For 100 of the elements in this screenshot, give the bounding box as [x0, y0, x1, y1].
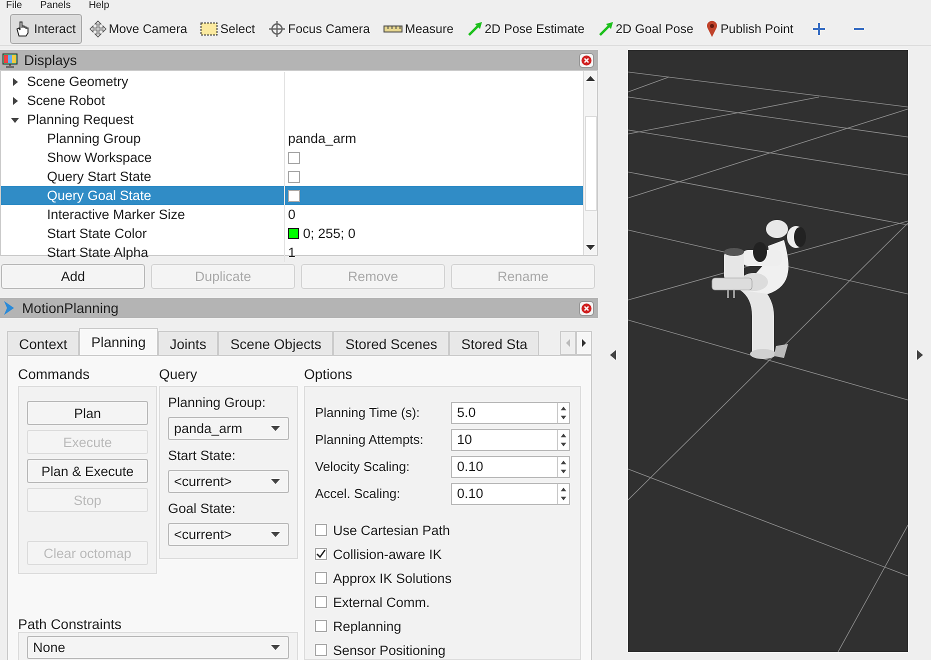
- menu-item[interactable]: Panels: [40, 0, 71, 12]
- dropdown-arrow-icon: [271, 645, 280, 650]
- collapse-right-icon[interactable]: [916, 350, 922, 360]
- checkbox[interactable]: [315, 572, 327, 584]
- checkbox-label: Approx IK Solutions: [333, 570, 452, 586]
- property-value: 1: [288, 245, 296, 260]
- ruler-icon: [382, 24, 403, 34]
- dropdown[interactable]: <current>: [168, 470, 289, 493]
- panel-title: MotionPlanning: [22, 300, 120, 316]
- toolbar-button[interactable]: Interact: [10, 14, 82, 44]
- dropdown[interactable]: None: [27, 636, 289, 659]
- tab[interactable]: Stored Sta: [449, 331, 540, 355]
- tree-row[interactable]: Planning Group panda_arm: [1, 129, 583, 148]
- checkbox[interactable]: [315, 596, 327, 608]
- toolbar-button[interactable]: 2D Goal Pose: [594, 14, 700, 44]
- menu-item[interactable]: Help: [88, 0, 110, 12]
- collapse-left-icon[interactable]: [610, 350, 616, 360]
- dropdown-arrow-icon: [271, 479, 280, 484]
- add-icon[interactable]: [812, 22, 826, 36]
- tree-row[interactable]: Scene Robot: [1, 91, 583, 110]
- group-title: Query: [159, 366, 198, 384]
- checkbox[interactable]: [288, 152, 300, 164]
- tree-row[interactable]: Start State Color 0; 255; 0: [1, 224, 583, 243]
- checkbox-label: External Comm.: [333, 594, 430, 610]
- expanded-arrow-icon[interactable]: [11, 116, 19, 124]
- arrow-icon: [598, 20, 614, 36]
- toolbar-button[interactable]: Measure: [378, 14, 460, 44]
- checkbox[interactable]: [315, 548, 327, 560]
- group-title: Path Constraints: [18, 616, 122, 632]
- tab[interactable]: Planning: [79, 328, 158, 355]
- close-icon[interactable]: [579, 52, 594, 68]
- field-label: Accel. Scaling:: [315, 486, 402, 501]
- command-button[interactable]: Plan: [27, 401, 148, 425]
- scroll-up-icon[interactable]: [586, 75, 595, 81]
- toolbar-button[interactable]: Focus Camera: [264, 14, 376, 44]
- collapsed-arrow-icon[interactable]: [11, 96, 19, 104]
- spin-arrows-icon[interactable]: [557, 484, 569, 504]
- dropdown[interactable]: panda_arm: [168, 417, 289, 440]
- spin-arrows-icon[interactable]: [557, 430, 569, 450]
- toolbar-button[interactable]: Publish Point: [702, 14, 800, 44]
- command-button[interactable]: Plan & Execute: [27, 459, 148, 483]
- field-label: Start State:: [168, 448, 237, 465]
- tab[interactable]: Joints: [158, 331, 218, 355]
- tree-row[interactable]: Show Workspace: [1, 148, 583, 167]
- checkbox[interactable]: [288, 190, 300, 202]
- tree-row[interactable]: Interactive Marker Size 0: [1, 205, 583, 224]
- collapsed-arrow-icon[interactable]: [11, 78, 19, 86]
- field-label: Goal State:: [168, 501, 237, 518]
- checkbox[interactable]: [315, 644, 327, 656]
- property-name: Query Goal State: [47, 188, 152, 203]
- spin-box[interactable]: 10: [451, 428, 570, 450]
- tree-row[interactable]: Query Goal State: [1, 186, 583, 205]
- selection-rectangle-icon: [200, 20, 218, 36]
- dropdown-arrow-icon: [271, 532, 280, 537]
- checkbox[interactable]: [315, 620, 327, 632]
- tree-row[interactable]: Start State Alpha 1: [1, 243, 583, 262]
- close-icon[interactable]: [579, 300, 594, 316]
- crosshair-icon: [268, 20, 286, 38]
- tab[interactable]: Stored Scenes: [333, 331, 450, 355]
- checkbox-label: Sensor Positioning: [333, 642, 446, 658]
- property-name: Query Start State: [47, 169, 152, 184]
- property-name: Start State Alpha: [47, 245, 148, 260]
- spin-arrows-icon[interactable]: [557, 456, 569, 476]
- property-name: Scene Geometry: [27, 74, 128, 89]
- panel-title: Displays: [24, 52, 78, 68]
- spin-box[interactable]: 5.0: [451, 402, 570, 424]
- spin-box[interactable]: 0.10: [451, 456, 570, 478]
- map-pin-icon: [706, 20, 718, 38]
- toolbar-button[interactable]: 2D Pose Estimate: [462, 14, 591, 44]
- spin-arrows-icon[interactable]: [557, 402, 569, 422]
- checkbox-label: Collision-aware IK: [333, 546, 442, 562]
- menu-item[interactable]: File: [6, 0, 22, 12]
- dropdown[interactable]: <current>: [168, 523, 289, 546]
- panel-button[interactable]: Add: [1, 264, 145, 289]
- tree-row[interactable]: Planning Request: [1, 110, 583, 129]
- tree-row[interactable]: Scene Geometry: [1, 72, 583, 91]
- property-name: Planning Group: [47, 131, 141, 146]
- tab[interactable]: Scene Objects: [218, 331, 334, 355]
- checkbox[interactable]: [288, 170, 300, 182]
- chevron-icon: [2, 300, 16, 316]
- group-title: Commands: [18, 366, 91, 384]
- tab[interactable]: Context: [7, 331, 80, 355]
- scroll-down-icon[interactable]: [586, 245, 595, 251]
- property-value: 0; 255; 0: [303, 226, 356, 241]
- scroll-right-icon[interactable]: [576, 331, 592, 355]
- checkbox[interactable]: [315, 524, 327, 536]
- property-name: Scene Robot: [27, 93, 106, 108]
- color-swatch[interactable]: [288, 228, 299, 239]
- field-label: Planning Attempts:: [315, 432, 424, 447]
- toolbar-button[interactable]: Move Camera: [84, 14, 194, 44]
- scrollbar[interactable]: [583, 71, 597, 255]
- field-label: Velocity Scaling:: [315, 459, 411, 474]
- field-label: Planning Group:: [168, 395, 267, 412]
- monitor-icon: [2, 52, 18, 68]
- property-name: Interactive Marker Size: [47, 207, 186, 222]
- spin-box[interactable]: 0.10: [451, 482, 570, 504]
- property-value: 0: [288, 207, 296, 222]
- toolbar-button[interactable]: Select: [196, 14, 261, 44]
- checkbox-label: Replanning: [333, 618, 402, 634]
- property-name: Start State Color: [47, 226, 147, 241]
